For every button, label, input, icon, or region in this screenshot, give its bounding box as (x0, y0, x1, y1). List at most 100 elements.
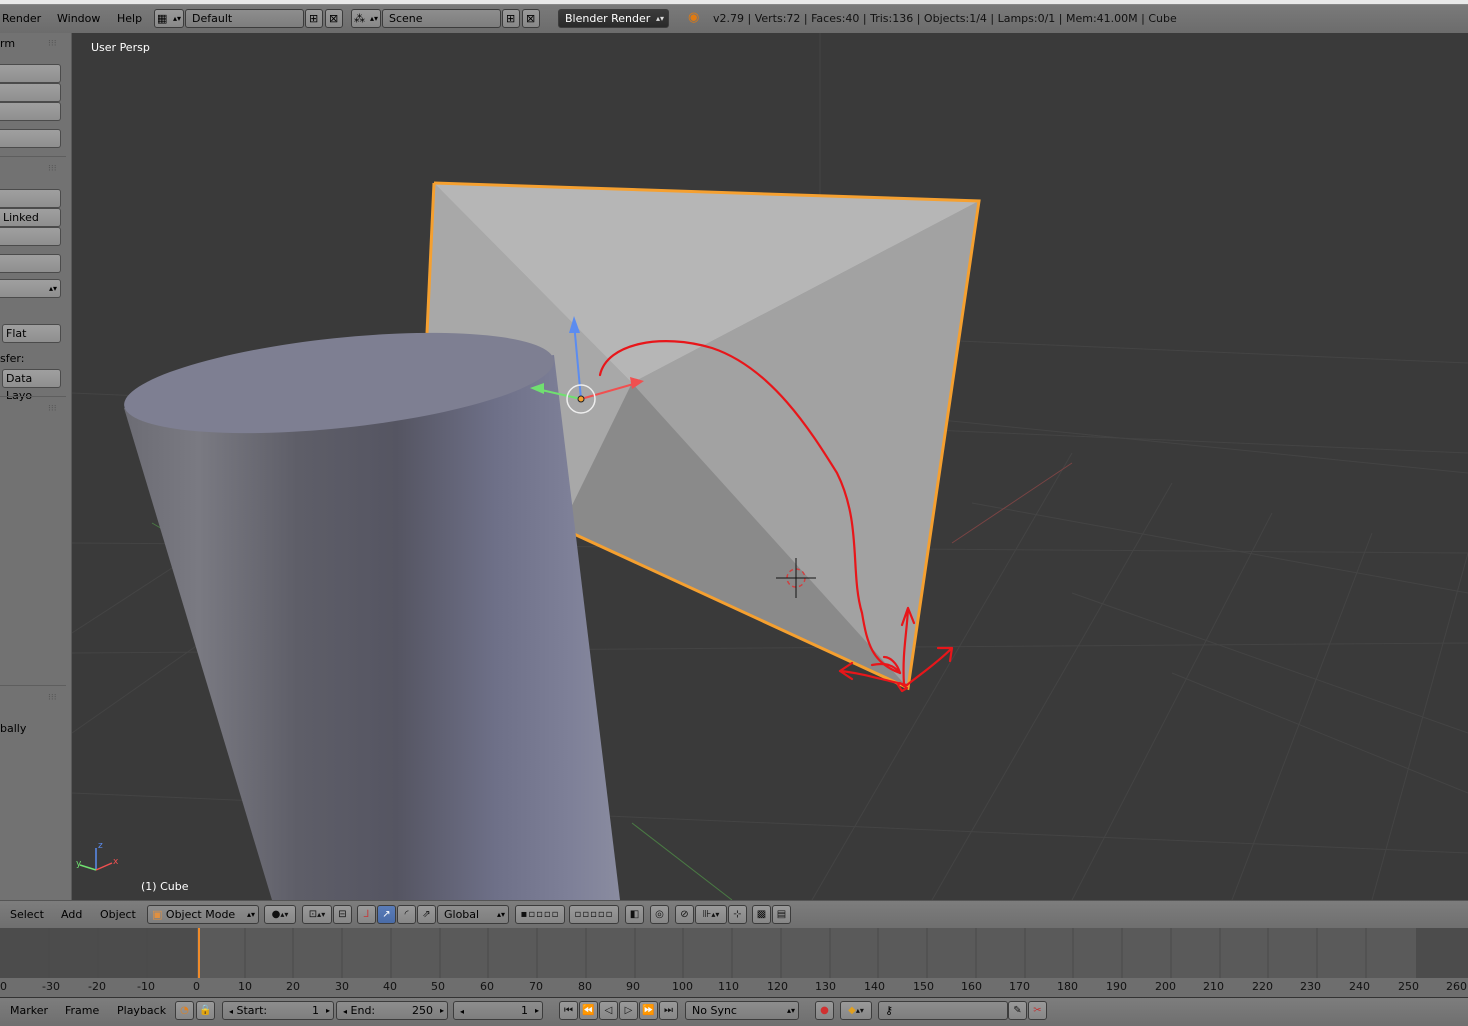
scene-layers-2[interactable]: ▫▫▫▫▫ (569, 905, 619, 924)
menu-render[interactable]: Render (2, 5, 41, 33)
snap-element-dropdown[interactable]: ⊪▴▾ (695, 905, 727, 924)
delete-button[interactable] (0, 227, 61, 246)
snap-target-button[interactable]: ⊹ (728, 905, 747, 924)
timeline-tick-label: 230 (1300, 980, 1321, 993)
timeline-tick-label: 180 (1057, 980, 1078, 993)
menu-object[interactable]: Object (100, 908, 136, 921)
jump-start-button[interactable]: ⏮ (559, 1001, 578, 1020)
timeline-tick-label: 0 (193, 980, 200, 993)
panel-grip-icon[interactable]: ⁝⁝⁝ (48, 693, 57, 703)
add-screen-button[interactable]: ⊞ (305, 9, 323, 28)
data-layout-button[interactable]: Data Layo (2, 369, 61, 402)
proportional-edit-button[interactable]: ◎ (650, 905, 669, 924)
menu-help[interactable]: Help (117, 5, 142, 33)
opengl-render-image-button[interactable]: ▩ (752, 905, 771, 924)
preview-range-button[interactable]: ◔ (175, 1001, 194, 1020)
mirror-button[interactable] (0, 129, 61, 148)
set-origin-dropdown[interactable]: ▴▾ (0, 279, 61, 298)
screen-layout-field[interactable]: Default (185, 9, 304, 28)
snap-toggle-button[interactable]: ⊘ (675, 905, 694, 924)
remove-scene-button[interactable]: ⊠ (522, 9, 540, 28)
orientation-dropdown[interactable]: Global ▴▾ (437, 905, 509, 924)
panel-divider (0, 685, 66, 686)
plus-icon: ⊞ (506, 12, 516, 25)
scene-layers-1[interactable]: ▪▫▫▫▫ (515, 905, 565, 924)
menu-frame[interactable]: Frame (65, 1004, 99, 1017)
lock-range-button[interactable]: 🔒 (196, 1001, 215, 1020)
menu-select[interactable]: Select (10, 908, 44, 921)
left-arrow-icon: ◂ (343, 1007, 348, 1016)
panel-grip-icon[interactable]: ⁝⁝⁝ (48, 164, 57, 174)
insert-keyframe-button[interactable]: ✎ (1008, 1001, 1027, 1020)
timeline-tick-label: 80 (578, 980, 592, 993)
rotate-button[interactable] (0, 83, 61, 102)
join-button[interactable] (0, 254, 61, 273)
timeline-tick-label: 90 (626, 980, 640, 993)
mode-dropdown[interactable]: ▣ Object Mode ▴▾ (147, 905, 259, 924)
panel-grip-icon[interactable]: ⁝⁝⁝ (48, 404, 57, 414)
scene-icon: ⁂ (354, 12, 365, 25)
screen-layout-icon-button[interactable]: ▦ ▴▾ (154, 9, 184, 28)
duplicate-linked-button[interactable]: Linked (0, 208, 61, 227)
data-layout-label: Data Layo (6, 372, 33, 402)
keying-mode-dropdown[interactable]: ◆▴▾ (840, 1001, 872, 1020)
start-frame-field[interactable]: ◂ Start: 1 ▸ (222, 1001, 334, 1020)
remove-screen-button[interactable]: ⊠ (325, 9, 343, 28)
menu-add[interactable]: Add (61, 908, 82, 921)
translate-button[interactable] (0, 64, 61, 83)
right-arrow-icon: ▸ (325, 1006, 330, 1015)
menu-playback[interactable]: Playback (117, 1004, 166, 1017)
layers-grid-icon: ▫▫▫▫▫ (574, 909, 614, 920)
close-icon: ⊠ (526, 12, 536, 25)
camera-icon: ▩ (756, 909, 767, 920)
duplicate-linked-label: Linked (3, 211, 39, 224)
left-arrow-icon: ◂ (229, 1007, 234, 1016)
panel-grip-icon[interactable]: ⁝⁝⁝ (48, 39, 57, 49)
jump-end-button[interactable]: ⏭ (659, 1001, 678, 1020)
menu-marker[interactable]: Marker (10, 1004, 48, 1017)
viewport-shading-dropdown[interactable]: ●▴▾ (264, 905, 296, 924)
delete-keyframe-button[interactable]: ✂ (1028, 1001, 1047, 1020)
scene-icon-button[interactable]: ⁂ ▴▾ (351, 9, 381, 28)
operator-option-label: bally (0, 722, 27, 735)
viewport-canvas (72, 33, 1468, 900)
play-icon: ▷ (624, 1005, 633, 1016)
sync-mode-dropdown[interactable]: No Sync ▴▾ (685, 1001, 799, 1020)
right-arrow-icon: ▸ (439, 1006, 444, 1015)
menu-window[interactable]: Window (57, 5, 100, 33)
scale-button[interactable] (0, 102, 61, 121)
scene-field[interactable]: Scene (382, 9, 501, 28)
play-reverse-button[interactable]: ◁ (599, 1001, 618, 1020)
pivot-icon: ⊡ (308, 909, 318, 920)
magnet-icon: ⊘ (680, 909, 689, 920)
current-frame-field[interactable]: ◂ 1 ▸ (453, 1001, 543, 1020)
key-insert-icon: ✎ (1013, 1005, 1022, 1016)
record-icon: ● (820, 1005, 829, 1016)
shading-flat-button[interactable]: Flat (2, 324, 61, 343)
layer-lock-button[interactable]: ◧ (625, 905, 644, 924)
duplicate-button[interactable] (0, 189, 61, 208)
timeline-tick-label: 0 (0, 980, 7, 993)
timeline-tick-label: 150 (913, 980, 934, 993)
auto-keying-button[interactable]: ● (815, 1001, 834, 1020)
rotate-manipulator-button[interactable]: ◜ (397, 905, 416, 924)
manipulate-center-button[interactable]: ⊟ (333, 905, 352, 924)
pivot-point-dropdown[interactable]: ⊡▴▾ (302, 905, 332, 924)
3d-viewport[interactable]: User Persp (1) Cube z x y (72, 33, 1468, 900)
timeline-tick-label: -10 (137, 980, 155, 993)
end-label: End: (350, 1004, 376, 1017)
add-scene-button[interactable]: ⊞ (502, 9, 520, 28)
keying-set-field[interactable]: ⚷ (878, 1001, 1008, 1020)
next-keyframe-button[interactable]: ⏩ (639, 1001, 658, 1020)
play-button[interactable]: ▷ (619, 1001, 638, 1020)
prev-keyframe-button[interactable]: ⏪ (579, 1001, 598, 1020)
opengl-render-anim-button[interactable]: ▤ (772, 905, 791, 924)
manipulator-toggle-button[interactable]: ⅃ (357, 905, 376, 924)
updown-arrows-icon: ▴▾ (855, 1006, 864, 1015)
render-engine-dropdown[interactable]: Blender Render ▴▾ (558, 9, 669, 28)
translate-manipulator-button[interactable]: ↗ (377, 905, 396, 924)
manipulator-icon: ⅃ (363, 909, 370, 920)
mode-label: Object Mode (165, 908, 236, 921)
scale-manipulator-button[interactable]: ⇗ (417, 905, 436, 924)
end-frame-field[interactable]: ◂ End: 250 ▸ (336, 1001, 448, 1020)
